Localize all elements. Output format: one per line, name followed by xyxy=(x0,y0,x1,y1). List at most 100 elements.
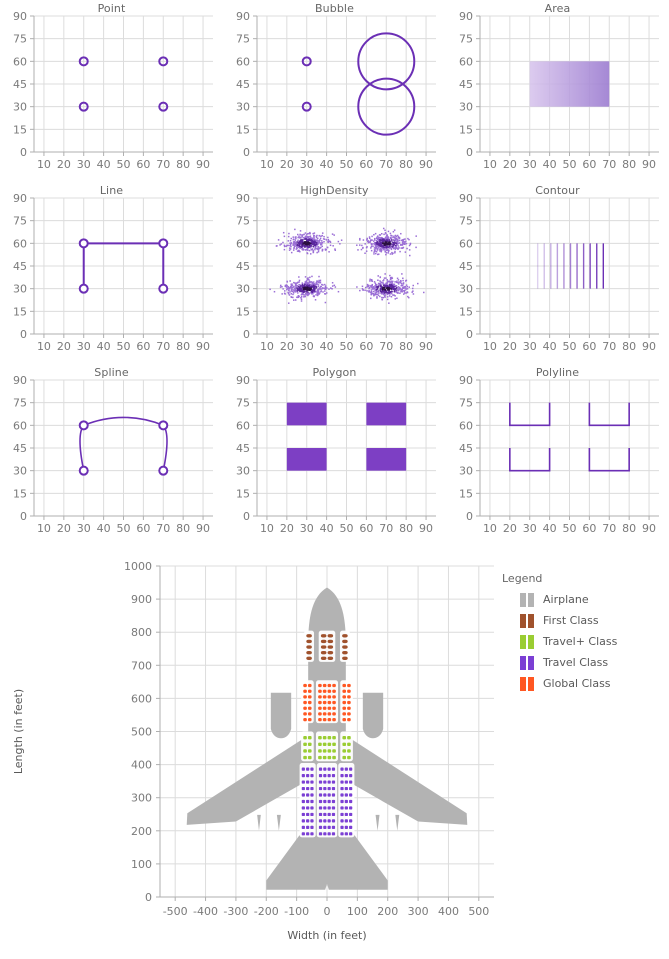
svg-text:75: 75 xyxy=(459,215,473,228)
svg-text:800: 800 xyxy=(131,626,152,639)
legend-item-travel-class[interactable]: Travel Class xyxy=(520,652,662,673)
svg-text:75: 75 xyxy=(13,215,27,228)
panel-spline: Spline 0 15 30 45 60 75 90 10 20 30 40 50 60 70 80 90 xyxy=(0,364,223,546)
svg-text:200: 200 xyxy=(377,905,398,918)
legend-swatch-icon xyxy=(520,613,534,628)
svg-text:45: 45 xyxy=(13,260,27,273)
svg-text:500: 500 xyxy=(131,726,152,739)
svg-text:10: 10 xyxy=(260,158,274,171)
svg-text:80: 80 xyxy=(399,340,413,353)
svg-text:10: 10 xyxy=(37,340,51,353)
svg-text:1000: 1000 xyxy=(124,560,152,573)
svg-text:15: 15 xyxy=(13,123,27,136)
svg-text:75: 75 xyxy=(459,397,473,410)
svg-text:0: 0 xyxy=(466,510,473,523)
svg-text:30: 30 xyxy=(300,522,314,535)
svg-text:45: 45 xyxy=(236,78,250,91)
seat-block-travel--class xyxy=(301,731,353,762)
svg-text:0: 0 xyxy=(466,328,473,341)
seat-block-first-class xyxy=(304,630,350,662)
svg-text:15: 15 xyxy=(13,487,27,500)
svg-text:70: 70 xyxy=(156,340,170,353)
svg-text:20: 20 xyxy=(280,158,294,171)
svg-text:60: 60 xyxy=(236,55,250,68)
svg-text:0: 0 xyxy=(243,146,250,159)
svg-text:70: 70 xyxy=(602,522,616,535)
svg-text:40: 40 xyxy=(543,522,557,535)
small-chart-grid: Point 0 15 30 45 60 75 90 10 20 30 40 50 60 70 80 90 Bu… xyxy=(0,0,669,548)
svg-text:60: 60 xyxy=(459,419,473,432)
panel-point: Point 0 15 30 45 60 75 90 10 20 30 40 50 60 70 80 90 xyxy=(0,0,223,182)
legend-item-label: First Class xyxy=(543,614,599,627)
x-axis-label: Width (in feet) xyxy=(287,929,366,942)
svg-text:45: 45 xyxy=(236,260,250,273)
svg-text:10: 10 xyxy=(260,522,274,535)
svg-text:70: 70 xyxy=(379,522,393,535)
svg-text:20: 20 xyxy=(57,522,71,535)
svg-text:-400: -400 xyxy=(193,905,218,918)
svg-text:900: 900 xyxy=(131,593,152,606)
svg-text:90: 90 xyxy=(419,522,433,535)
legend-item-airplane[interactable]: Airplane xyxy=(520,589,662,610)
y-axis-label: Length (in feet) xyxy=(12,689,25,774)
svg-text:15: 15 xyxy=(236,487,250,500)
legend-item-label: Global Class xyxy=(543,677,611,690)
legend-item-travel-plus-class[interactable]: Travel+ Class xyxy=(520,631,662,652)
svg-text:50: 50 xyxy=(563,522,577,535)
svg-text:90: 90 xyxy=(459,374,473,387)
svg-text:45: 45 xyxy=(459,78,473,91)
svg-text:0: 0 xyxy=(20,328,27,341)
svg-text:-100: -100 xyxy=(284,905,309,918)
svg-text:30: 30 xyxy=(459,465,473,478)
panel-line: Line 0 15 30 45 60 75 90 10 20 30 40 50 60 70 80 90 xyxy=(0,182,223,364)
svg-text:20: 20 xyxy=(57,340,71,353)
svg-text:0: 0 xyxy=(145,891,152,904)
svg-text:80: 80 xyxy=(176,522,190,535)
svg-text:30: 30 xyxy=(236,101,250,114)
svg-text:70: 70 xyxy=(602,340,616,353)
svg-text:200: 200 xyxy=(131,825,152,838)
seat-block-global-class xyxy=(301,680,353,724)
svg-text:50: 50 xyxy=(117,158,131,171)
svg-text:75: 75 xyxy=(236,397,250,410)
svg-text:0: 0 xyxy=(466,146,473,159)
svg-text:90: 90 xyxy=(642,158,656,171)
svg-text:60: 60 xyxy=(582,340,596,353)
svg-text:10: 10 xyxy=(37,522,51,535)
legend-item-global-class[interactable]: Global Class xyxy=(520,673,662,694)
svg-text:30: 30 xyxy=(459,283,473,296)
svg-text:700: 700 xyxy=(131,659,152,672)
svg-text:45: 45 xyxy=(459,442,473,455)
svg-text:15: 15 xyxy=(236,123,250,136)
svg-text:50: 50 xyxy=(117,522,131,535)
svg-text:50: 50 xyxy=(563,340,577,353)
svg-text:20: 20 xyxy=(57,158,71,171)
legend-swatch-icon xyxy=(520,676,534,691)
svg-text:80: 80 xyxy=(176,340,190,353)
svg-text:60: 60 xyxy=(13,237,27,250)
seat-block-travel-class xyxy=(299,763,355,838)
svg-text:30: 30 xyxy=(523,522,537,535)
svg-text:0: 0 xyxy=(243,510,250,523)
svg-text:60: 60 xyxy=(459,237,473,250)
svg-text:100: 100 xyxy=(131,858,152,871)
svg-text:90: 90 xyxy=(236,192,250,205)
svg-text:75: 75 xyxy=(13,33,27,46)
svg-text:60: 60 xyxy=(13,55,27,68)
legend-swatch-icon xyxy=(520,634,534,649)
svg-text:20: 20 xyxy=(503,158,517,171)
plot-content xyxy=(529,61,610,107)
svg-text:20: 20 xyxy=(503,522,517,535)
svg-text:10: 10 xyxy=(260,340,274,353)
svg-text:90: 90 xyxy=(236,374,250,387)
legend-item-label: Travel+ Class xyxy=(543,635,618,648)
svg-text:300: 300 xyxy=(131,792,152,805)
svg-text:90: 90 xyxy=(196,522,210,535)
svg-text:60: 60 xyxy=(13,419,27,432)
svg-text:40: 40 xyxy=(543,340,557,353)
svg-text:80: 80 xyxy=(399,158,413,171)
legend-swatch-icon xyxy=(520,655,534,670)
svg-text:45: 45 xyxy=(13,78,27,91)
legend-item-first-class[interactable]: First Class xyxy=(520,610,662,631)
svg-text:30: 30 xyxy=(523,158,537,171)
